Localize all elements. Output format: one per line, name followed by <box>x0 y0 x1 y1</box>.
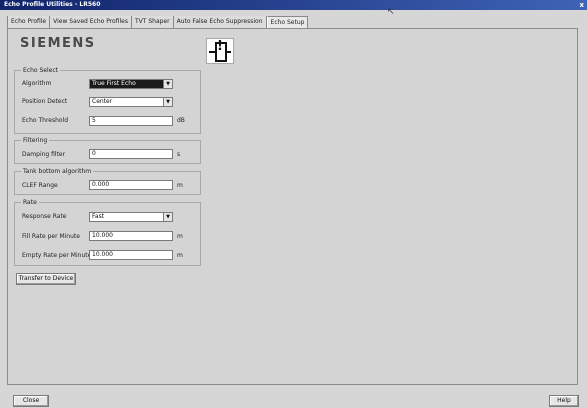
algorithm-label: Algorithm <box>22 80 52 87</box>
siemens-logo: SIEMENS <box>20 36 96 51</box>
response-rate-select[interactable]: Fast ▼ <box>89 212 173 222</box>
help-button[interactable]: Help <box>549 395 579 407</box>
echo-threshold-label: Echo Threshold <box>22 117 69 124</box>
empty-rate-input[interactable]: 10.000 <box>89 250 173 260</box>
damping-filter-label: Damping filter <box>22 151 66 158</box>
algorithm-select[interactable]: True First Echo ▼ <box>89 79 173 89</box>
position-detect-label: Position Detect <box>22 98 68 105</box>
position-detect-select[interactable]: Center ▼ <box>89 97 173 107</box>
close-button[interactable]: Close <box>13 395 49 407</box>
tab-tvt-shaper[interactable]: TVT Shaper <box>131 16 174 28</box>
chevron-down-icon[interactable]: ▼ <box>163 213 172 221</box>
tank-bottom-title: Tank bottom algorithm <box>21 167 94 176</box>
clef-range-input[interactable]: 0.000 <box>89 180 173 190</box>
chevron-down-icon[interactable]: ▼ <box>163 98 172 106</box>
clef-range-unit: m <box>177 182 183 189</box>
mouse-cursor-icon: ↖ <box>387 7 395 17</box>
empty-rate-unit: m <box>177 252 183 259</box>
filtering-group: Filtering Damping filter 0 s <box>14 136 201 164</box>
clef-range-label: CLEF Range <box>22 182 58 189</box>
rate-title: Rate <box>21 198 39 207</box>
tab-view-saved-echo-profiles[interactable]: View Saved Echo Profiles <box>50 16 132 28</box>
echo-threshold-unit: dB <box>177 117 185 124</box>
filtering-title: Filtering <box>21 136 50 145</box>
transfer-to-device-button[interactable]: Transfer to Device <box>16 273 76 285</box>
tab-echo-profile[interactable]: Echo Profile <box>7 16 51 28</box>
fill-rate-input[interactable]: 10.000 <box>89 231 173 241</box>
echo-select-group: Echo Select Algorithm True First Echo ▼ … <box>14 66 201 134</box>
echo-threshold-input[interactable]: 5 <box>89 116 173 126</box>
empty-rate-label: Empty Rate per Minute <box>22 252 92 259</box>
response-rate-value: Fast <box>92 213 105 220</box>
tab-bar: Echo Profile View Saved Echo Profiles TV… <box>7 16 309 28</box>
algorithm-value: True First Echo <box>92 80 136 87</box>
window-close-icon[interactable]: x <box>579 0 584 10</box>
tank-bottom-group: Tank bottom algorithm CLEF Range 0.000 m <box>14 167 201 195</box>
window-title-bar: Echo Profile Utilities - LR560 x <box>0 0 587 10</box>
echo-select-title: Echo Select <box>21 66 60 75</box>
tab-auto-false-echo-suppression[interactable]: Auto False Echo Suppression <box>173 16 267 28</box>
fill-rate-label: Fill Rate per Minute <box>22 233 80 240</box>
rate-group: Rate Response Rate Fast ▼ Fill Rate per … <box>14 198 201 266</box>
fill-rate-unit: m <box>177 233 183 240</box>
response-rate-label: Response Rate <box>22 213 67 220</box>
window-title: Echo Profile Utilities - LR560 <box>4 1 101 8</box>
position-detect-value: Center <box>92 98 113 105</box>
damping-filter-unit: s <box>177 151 181 158</box>
tab-echo-setup[interactable]: Echo Setup <box>266 16 309 28</box>
damping-filter-input[interactable]: 0 <box>89 149 173 159</box>
chevron-down-icon[interactable]: ▼ <box>163 80 172 88</box>
device-status-icon: ! <box>206 38 234 64</box>
